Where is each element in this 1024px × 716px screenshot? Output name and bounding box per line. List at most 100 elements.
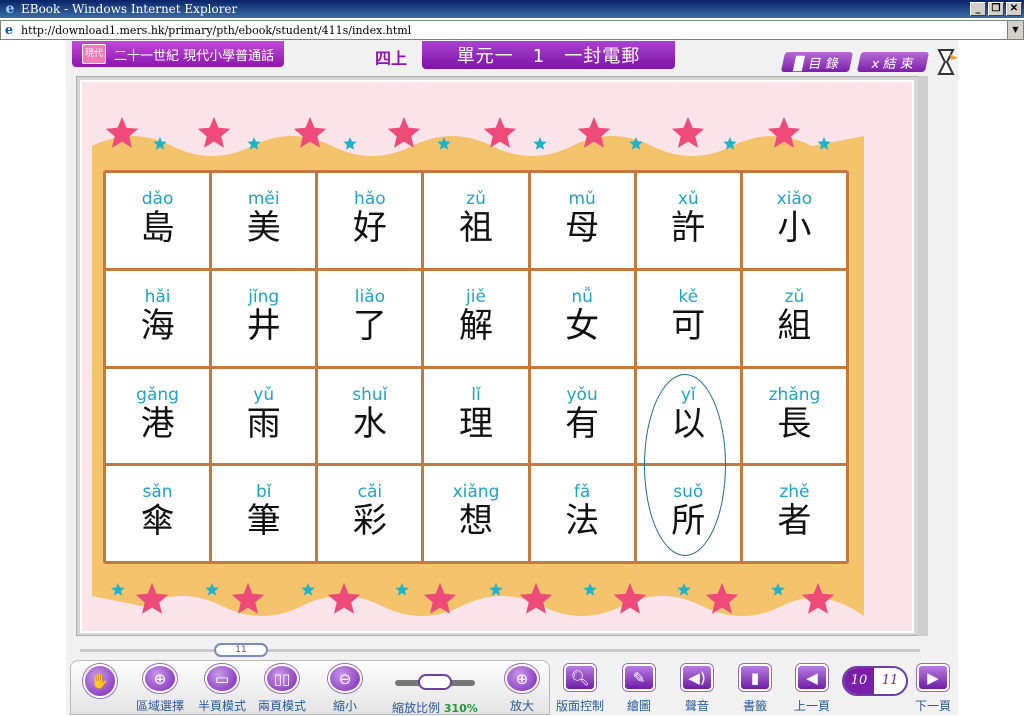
teal-star-icon	[153, 137, 167, 150]
character-card[interactable]: jǐng 井	[212, 270, 316, 366]
character-card[interactable]: yǐ 以	[636, 368, 740, 464]
bookmark-button[interactable]: ▮ 書籤	[725, 664, 785, 714]
speaker-icon: ◀)	[681, 664, 713, 691]
toc-button[interactable]: ▉ 目 錄	[780, 52, 854, 72]
hanzi-character: 組	[777, 305, 812, 346]
hanzi-character: 美	[246, 208, 281, 248]
zoom-in-button[interactable]: ⊕ 放大	[492, 664, 552, 714]
sound-label: 聲音	[684, 699, 709, 713]
arrow-right-icon: ▶	[917, 664, 949, 691]
series-title: 現代 二十一世紀 現代小學普通話	[72, 41, 284, 67]
page-slider-track[interactable]	[80, 649, 920, 652]
character-card[interactable]: měi 美	[212, 173, 316, 268]
teal-star-icon	[489, 583, 503, 596]
pencil-icon: ✎	[623, 664, 655, 691]
exit-button[interactable]: x 結 束	[856, 52, 930, 72]
pink-star-icon	[231, 583, 265, 614]
character-card[interactable]: yǔ 雨	[212, 368, 316, 464]
pink-star-icon	[613, 583, 647, 614]
teal-star-icon	[533, 137, 547, 150]
pink-star-icon	[293, 117, 327, 148]
pinyin-label: cǎi	[357, 482, 383, 503]
hanzi-character: 好	[352, 208, 387, 248]
character-card[interactable]: xiǎng 想	[424, 466, 528, 561]
hanzi-character: 海	[140, 305, 175, 346]
address-url[interactable]: http://download1.mers.hk/primary/pth/ebo…	[17, 24, 1007, 37]
book-icon: 現代	[82, 44, 106, 64]
character-card[interactable]: zhǎng 長	[742, 368, 846, 464]
pan-tool-button[interactable]: ✋	[70, 664, 130, 714]
pinyin-label: mǔ	[568, 189, 596, 209]
character-card[interactable]: zǔ 組	[742, 270, 846, 366]
series-label: 二十一世紀 現代小學普通話	[114, 48, 275, 64]
character-card[interactable]: zhě 者	[742, 466, 846, 561]
address-dropdown-icon[interactable]: ▼	[1007, 21, 1023, 39]
arrow-left-icon: ◀	[796, 664, 828, 691]
character-card[interactable]: lǐ 理	[424, 368, 528, 464]
draw-label: 繪圖	[626, 699, 651, 713]
character-card[interactable]: sǎn 傘	[106, 466, 210, 561]
teal-star-icon	[301, 583, 315, 596]
hand-icon: ✋	[83, 664, 117, 698]
character-card[interactable]: xiǎo 小	[742, 173, 846, 268]
address-bar[interactable]: e http://download1.mers.hk/primary/pth/e…	[0, 20, 1024, 40]
sound-button[interactable]: ◀) 聲音	[667, 664, 727, 714]
pink-star-icon	[483, 117, 517, 148]
character-card[interactable]: bǐ 筆	[212, 466, 316, 561]
teal-star-icon	[583, 583, 597, 596]
pinyin-label: dǎo	[141, 189, 174, 209]
character-card[interactable]: cǎi 彩	[318, 466, 422, 561]
area-select-label: 區域選擇	[135, 699, 184, 713]
zoom-slider-thumb[interactable]	[418, 674, 452, 690]
hanzi-character: 長	[777, 403, 812, 444]
teal-star-icon	[771, 583, 785, 596]
character-card[interactable]: fǎ 法	[530, 466, 634, 561]
prev-page-label: 上一頁	[793, 699, 830, 713]
hanzi-character: 想	[458, 501, 493, 542]
character-card[interactable]: xǔ 許	[636, 173, 740, 268]
hanzi-character: 祖	[458, 208, 493, 248]
bookmark-label: 書籤	[742, 699, 767, 713]
character-card[interactable]: yǒu 有	[530, 368, 634, 464]
zoom-ratio-label: 縮放比例 310%	[392, 699, 478, 716]
character-card[interactable]: liǎo 了	[318, 270, 422, 366]
open-book-icon: ▯▯	[265, 664, 299, 693]
prev-page-button[interactable]: ◀ 上一頁	[782, 664, 842, 714]
next-page-button[interactable]: ▶ 下一頁	[903, 664, 963, 714]
layout-control-button[interactable]: 🔍︎ 版面控制	[550, 664, 610, 714]
character-card[interactable]: kě 可	[636, 270, 740, 366]
minimize-button[interactable]: _	[970, 2, 986, 16]
zoom-out-button[interactable]: ⊖ 縮小	[315, 664, 375, 714]
character-card[interactable]: zǔ 祖	[424, 173, 528, 268]
window-controls: _ ❐ ✕	[970, 2, 1022, 16]
character-card[interactable]: dǎo 島	[106, 173, 210, 268]
pinyin-label: hǎo	[354, 189, 386, 209]
pink-star-icon	[105, 117, 139, 148]
hanzi-character: 雨	[246, 403, 281, 444]
vertical-scrollbar[interactable]	[918, 76, 928, 636]
character-card[interactable]: hǎi 海	[106, 270, 210, 366]
character-card[interactable]: jiě 解	[424, 270, 528, 366]
hanzi-character: 所	[671, 501, 706, 542]
character-card[interactable]: mǔ 母	[530, 173, 634, 268]
character-card[interactable]: hǎo 好	[318, 173, 422, 268]
two-page-button[interactable]: ▯▯ 兩頁模式	[252, 664, 312, 714]
teal-star-icon	[723, 137, 737, 150]
hourglass-icon	[937, 49, 958, 75]
close-button[interactable]: ✕	[1006, 2, 1022, 16]
draw-button[interactable]: ✎ 繪圖	[609, 664, 669, 714]
character-card[interactable]: suǒ 所	[636, 466, 740, 561]
character-card[interactable]: nǚ 女	[530, 270, 634, 366]
character-card[interactable]: gǎng 港	[106, 368, 210, 464]
restore-button[interactable]: ❐	[988, 2, 1004, 16]
half-page-label: 半頁模式	[197, 699, 246, 713]
pinyin-label: fǎ	[573, 482, 591, 503]
half-page-button[interactable]: ▭ 半頁模式	[192, 664, 252, 714]
area-select-button[interactable]: ⊕ 區域選擇	[130, 664, 190, 714]
pinyin-label: kě	[678, 286, 699, 307]
page-slider-thumb[interactable]: 11	[214, 643, 268, 657]
hanzi-character: 女	[565, 305, 600, 346]
pink-star-icon	[519, 583, 553, 614]
character-card[interactable]: shuǐ 水	[318, 368, 422, 464]
pinyin-label: zǔ	[784, 286, 805, 307]
